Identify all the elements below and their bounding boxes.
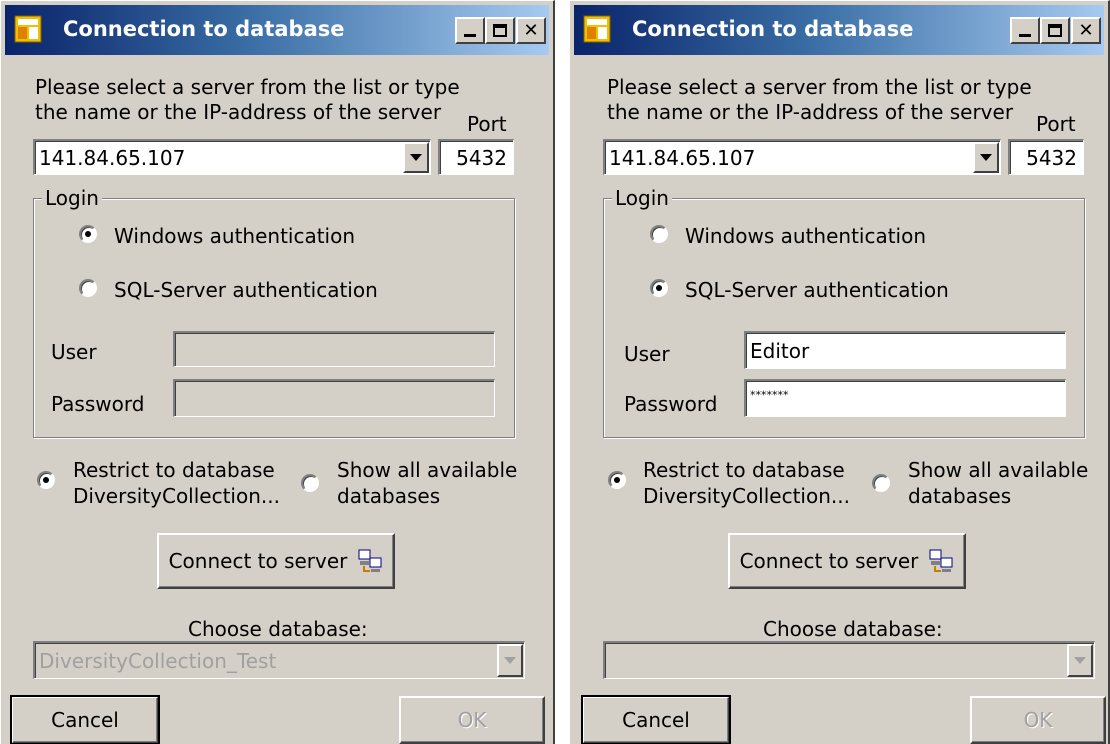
choose-database-label: Choose database: [188,617,368,641]
maximize-icon [493,24,507,37]
window-title: Connection to database [63,17,345,41]
choose-database-label: Choose database: [763,617,943,641]
windows-auth-label[interactable]: Windows authentication [114,225,355,247]
ok-button-label: OK [457,708,487,732]
windows-auth-label[interactable]: Windows authentication [685,225,926,247]
close-icon: ✕ [523,19,539,41]
database-combobox[interactable] [603,641,1095,679]
database-dropdown-button[interactable] [497,644,523,677]
title-bar[interactable]: Connection to database ✕ [5,5,549,55]
database-dropdown-button[interactable] [1067,644,1093,677]
user-label: User [51,340,97,364]
minimize-button[interactable] [455,17,485,44]
show-all-databases-radio[interactable] [301,474,319,492]
server-value: 141.84.65.107 [39,145,186,170]
chevron-down-icon [410,154,422,161]
port-input[interactable]: 5432 [1008,139,1084,175]
sql-auth-radio[interactable] [650,279,668,297]
restrict-database-label-1[interactable]: Restrict to database [73,459,275,481]
port-input[interactable]: 5432 [438,139,514,175]
database-window-icon [583,15,611,43]
restrict-database-radio[interactable] [608,471,626,489]
windows-auth-radio[interactable] [79,225,97,243]
server-combobox[interactable]: 141.84.65.107 [33,139,431,175]
server-value: 141.84.65.107 [609,145,756,170]
chevron-down-icon [504,657,516,664]
show-all-databases-label-1[interactable]: Show all available [337,459,517,481]
connect-to-server-button[interactable]: Connect to server [157,533,395,589]
show-all-databases-radio[interactable] [872,474,890,492]
password-value: ******* [750,388,789,402]
port-label: Port [1036,112,1076,136]
ok-button[interactable]: OK [970,696,1106,744]
server-dropdown-button[interactable] [973,142,999,173]
instruction-line-2: the name or the IP-address of the server [607,100,1014,124]
port-value: 5432 [1026,145,1077,170]
ok-button[interactable]: OK [399,696,545,744]
network-computers-icon [358,549,382,572]
maximize-button[interactable] [485,17,515,44]
restrict-database-label-1[interactable]: Restrict to database [643,459,845,481]
show-all-databases-label-2[interactable]: databases [337,485,440,507]
database-combobox[interactable]: DiversityCollection_Test [33,641,525,679]
ok-button-label: OK [1023,708,1053,732]
connect-button-label: Connect to server [168,549,348,573]
maximize-button[interactable] [1040,17,1070,44]
connect-button-label: Connect to server [739,549,919,573]
sql-auth-label[interactable]: SQL-Server authentication [685,279,949,301]
minimize-button[interactable] [1010,17,1040,44]
password-label: Password [624,392,718,416]
connection-dialog-windows-auth: Connection to database ✕ Please select a… [0,0,555,744]
database-window-icon [14,15,42,43]
user-value: Editor [750,338,810,363]
window-title: Connection to database [632,17,914,41]
connection-dialog-sql-auth: Connection to database ✕ Please select a… [569,0,1110,744]
minimize-icon [1019,34,1031,37]
network-computers-icon [929,549,953,572]
sql-auth-label[interactable]: SQL-Server authentication [114,279,378,301]
server-dropdown-button[interactable] [403,142,429,173]
user-label: User [624,342,670,366]
close-button[interactable]: ✕ [1071,17,1101,44]
port-value: 5432 [456,145,507,170]
cancel-button[interactable]: Cancel [10,695,160,744]
restrict-database-label-2[interactable]: DiversityCollection... [73,485,280,507]
user-input[interactable]: Editor [744,331,1066,369]
password-input[interactable] [173,379,495,417]
database-value: DiversityCollection_Test [39,648,277,673]
port-label: Port [467,112,507,136]
cancel-button-label: Cancel [622,708,690,732]
show-all-databases-label-1[interactable]: Show all available [908,459,1088,481]
windows-auth-radio[interactable] [650,225,668,243]
cancel-button[interactable]: Cancel [581,695,731,744]
password-label: Password [51,392,145,416]
password-input[interactable]: ******* [744,379,1066,417]
show-all-databases-label-2[interactable]: databases [908,485,1011,507]
maximize-icon [1048,24,1062,37]
user-input[interactable] [173,331,495,367]
instruction-line-1: Please select a server from the list or … [607,75,1032,99]
login-group-label: Login [612,186,672,210]
instruction-line-2: the name or the IP-address of the server [35,100,442,124]
instruction-line-1: Please select a server from the list or … [35,75,460,99]
login-group-label: Login [42,186,102,210]
sql-auth-radio[interactable] [79,279,97,297]
title-bar[interactable]: Connection to database ✕ [574,5,1104,55]
close-button[interactable]: ✕ [516,17,546,44]
minimize-icon [464,34,476,37]
server-combobox[interactable]: 141.84.65.107 [603,139,1001,175]
cancel-button-label: Cancel [51,708,119,732]
chevron-down-icon [1074,657,1086,664]
restrict-database-radio[interactable] [37,471,55,489]
connect-to-server-button[interactable]: Connect to server [728,533,966,589]
close-icon: ✕ [1078,19,1094,41]
chevron-down-icon [980,154,992,161]
restrict-database-label-2[interactable]: DiversityCollection... [643,485,850,507]
